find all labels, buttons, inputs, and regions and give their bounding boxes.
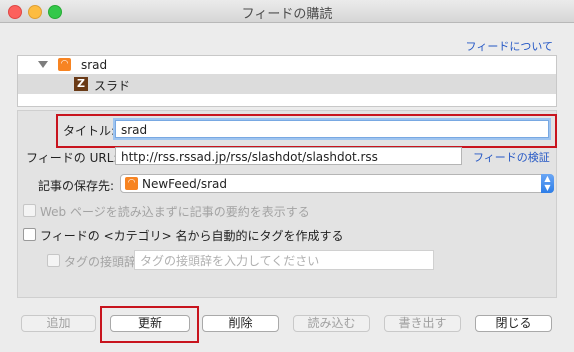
category-tag-label: フィードの <カテゴリ> 名から自動的にタグを作成する: [40, 229, 344, 243]
delete-button[interactable]: 削除: [202, 315, 279, 332]
save-location-label: 記事の保存先:: [38, 179, 115, 193]
tag-prefix-checkbox[interactable]: [47, 254, 60, 267]
url-field[interactable]: http://rss.rssad.jp/rss/slashdot/slashdo…: [115, 147, 462, 165]
title-label: タイトル:: [63, 124, 116, 138]
tag-prefix-label: タグの接頭辞:: [64, 255, 141, 269]
save-location-value: NewFeed/srad: [142, 177, 228, 191]
save-location-popup[interactable]: ◠ NewFeed/srad ▲ ▼: [120, 174, 554, 193]
disclosure-triangle-icon[interactable]: [38, 61, 48, 68]
tree-row-feed[interactable]: ◠ srad: [18, 56, 556, 74]
window-title: フィードの購読: [241, 7, 333, 22]
feed-name: srad: [81, 58, 108, 72]
title-field[interactable]: srad: [115, 120, 549, 138]
title-bar: フィードの購読: [0, 0, 574, 23]
rss-icon: ◠: [125, 177, 138, 190]
export-button[interactable]: 書き出す: [384, 315, 461, 332]
tree-row-selected[interactable]: Z スラド: [18, 74, 556, 94]
update-button[interactable]: 更新: [110, 315, 190, 332]
feed-settings-panel: タイトル: srad フィードの URL: http://rss.rssad.j…: [17, 110, 557, 298]
add-button[interactable]: 追加: [21, 315, 96, 332]
srad-icon: Z: [74, 77, 88, 91]
popup-arrows-icon[interactable]: ▲ ▼: [541, 174, 554, 193]
url-label: フィードの URL:: [26, 151, 118, 165]
web-summary-checkbox[interactable]: [23, 204, 36, 217]
verify-feed-link[interactable]: フィードの検証: [473, 149, 550, 165]
feed-tree[interactable]: ◠ srad Z スラド: [17, 55, 557, 107]
rss-icon: ◠: [58, 58, 71, 71]
category-tag-checkbox[interactable]: [23, 228, 36, 241]
about-feeds-link[interactable]: フィードについて: [466, 38, 553, 54]
feed-child-name: スラド: [94, 79, 131, 93]
close-button[interactable]: 閉じる: [475, 315, 552, 332]
web-summary-label: Web ページを読み込まずに記事の要約を表示する: [40, 205, 310, 219]
tag-prefix-field[interactable]: タグの接頭辞を入力してください: [134, 250, 434, 270]
import-button[interactable]: 読み込む: [293, 315, 370, 332]
